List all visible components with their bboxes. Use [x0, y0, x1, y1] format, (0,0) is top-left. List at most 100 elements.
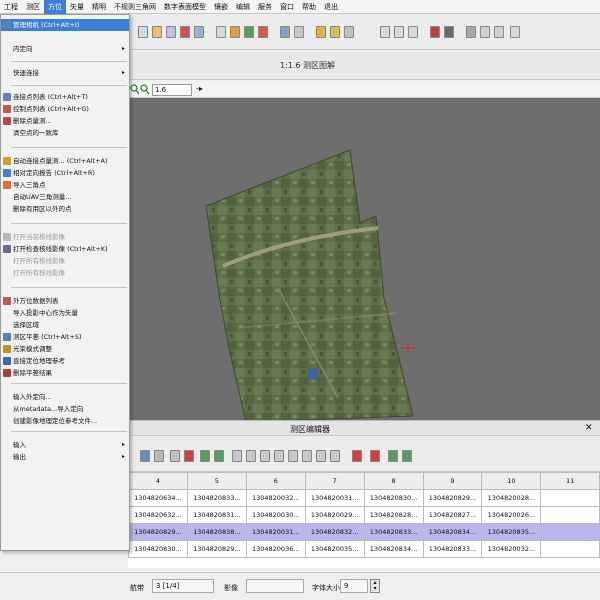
area-tool-icon[interactable]	[258, 26, 268, 38]
edit-tool-icon[interactable]	[152, 26, 162, 38]
font-size-input[interactable]: 9	[340, 579, 368, 593]
zoom-out-icon[interactable]	[140, 84, 149, 96]
table-cell[interactable]: 1304820830...	[363, 489, 424, 507]
menu-7[interactable]: 镶嵌	[210, 0, 232, 14]
menu-10[interactable]: 窗口	[276, 0, 298, 14]
table-cell[interactable]: 1304820829...	[128, 523, 188, 541]
menu-4[interactable]: 精明	[88, 0, 110, 14]
table-cell[interactable]: 1304820032...	[245, 489, 306, 507]
table-delete-icon[interactable]	[184, 450, 194, 462]
menu-item-20[interactable]: 光束模式调整	[1, 343, 129, 355]
table-strip-icon[interactable]	[154, 450, 164, 462]
column-header[interactable]: 4	[128, 472, 188, 490]
undo-icon[interactable]	[380, 26, 390, 38]
table-image2-icon[interactable]	[246, 450, 256, 462]
table-cell[interactable]: 1304820632...	[128, 506, 188, 524]
table-cell[interactable]: 1304820830...	[128, 540, 188, 558]
menu-item-18[interactable]: 选择区域	[1, 319, 129, 331]
menu-item-1[interactable]: 内定向 ▸	[1, 43, 129, 55]
column-header[interactable]: 8	[363, 472, 424, 490]
table-cell[interactable]: 1304820036...	[245, 540, 306, 558]
table-cell[interactable]: 1304820031...	[245, 523, 306, 541]
rotate-tool-icon[interactable]	[216, 26, 226, 38]
table-cell[interactable]: 1304820833...	[363, 523, 424, 541]
table-cell[interactable]: 1304820026...	[481, 506, 542, 524]
table-row[interactable]: 1304820830... 1304820829... 1304820036... 1…	[128, 540, 600, 558]
table-row[interactable]: 1304820829... 1304820838... 1304820031... 1…	[128, 523, 600, 541]
table-cell[interactable]: 1304820829...	[186, 540, 247, 558]
table-image-icon[interactable]	[232, 450, 242, 462]
menu-3[interactable]: 矢量	[66, 0, 88, 14]
table-cell[interactable]: 1304820833...	[186, 489, 247, 507]
table-cell[interactable]: 1304820035...	[304, 540, 365, 558]
column-header[interactable]: 7	[304, 472, 365, 490]
table-cell[interactable]: 1304820833...	[422, 540, 483, 558]
font-size-spinner[interactable]: ▴ ▾	[370, 579, 380, 593]
table-cell[interactable]: 1304820030...	[245, 506, 306, 524]
column-header[interactable]: 10	[481, 472, 542, 490]
menu-item-2[interactable]: 快速连接 ▸	[1, 67, 129, 79]
table-cell[interactable]: 1304820835...	[481, 523, 542, 541]
menu-6[interactable]: 数字表面模型	[160, 0, 210, 14]
menu-item-19[interactable]: 测区平差 (Ctrl+Alt+S)	[1, 331, 129, 343]
table-cell[interactable]: 1304820834...	[422, 523, 483, 541]
map-canvas[interactable]	[128, 98, 600, 420]
table-cell[interactable]	[540, 489, 600, 507]
column-header[interactable]: 11	[540, 472, 600, 490]
menu-item-9[interactable]: 导入三角点	[1, 179, 129, 191]
table-view-icon[interactable]	[510, 26, 520, 38]
point-tool-icon[interactable]	[180, 26, 190, 38]
table-image6-icon[interactable]	[302, 450, 312, 462]
line-tool-icon[interactable]	[244, 26, 254, 38]
layer-tool-icon[interactable]	[166, 26, 176, 38]
table-row[interactable]: 1304820634... 1304820833... 1304820032... 1…	[128, 489, 600, 507]
menu-item-6[interactable]: 清空点的一致库	[1, 127, 129, 139]
table-image3-icon[interactable]	[260, 450, 270, 462]
menu-item-13[interactable]: 打开检查核线影像 (Ctrl+Alt+K)	[1, 243, 129, 255]
table-cell[interactable]: 1304820828...	[363, 506, 424, 524]
dsm-tool-icon[interactable]	[330, 26, 340, 38]
menu-item-16[interactable]: 外方位数据列表	[1, 295, 129, 307]
menu-9[interactable]: 服务	[254, 0, 276, 14]
table-settings-icon[interactable]	[402, 450, 412, 462]
column-header[interactable]: 9	[422, 472, 483, 490]
menu-item-26[interactable]: 输入 ▸	[1, 439, 129, 451]
column-header[interactable]: 5	[186, 472, 247, 490]
table-export-icon[interactable]	[388, 450, 398, 462]
menu-item-17[interactable]: 导入投影中心作为矢量	[1, 307, 129, 319]
table-cell[interactable]	[540, 540, 600, 558]
table-image7-icon[interactable]	[316, 450, 326, 462]
menu-item-5[interactable]: 删除点量测...	[1, 115, 129, 127]
menu-2[interactable]: 方位	[44, 0, 66, 14]
measure-tool-icon[interactable]	[230, 26, 240, 38]
table-cell[interactable]: 1304820832...	[304, 523, 365, 541]
redo-icon[interactable]	[394, 26, 404, 38]
menu-11[interactable]: 帮助	[298, 0, 320, 14]
menu-1[interactable]: 测区	[22, 0, 44, 14]
table-image5-icon[interactable]	[288, 450, 298, 462]
table-down-icon[interactable]	[214, 450, 224, 462]
menu-12[interactable]: 退出	[320, 0, 342, 14]
refresh-icon[interactable]	[408, 26, 418, 38]
copy-icon[interactable]	[480, 26, 490, 38]
properties-icon[interactable]	[494, 26, 504, 38]
menu-item-23[interactable]: 输入外定向...	[1, 391, 129, 403]
table-image4-icon[interactable]	[274, 450, 284, 462]
table-cell[interactable]: 1304820838...	[186, 523, 247, 541]
zoom-in-icon[interactable]	[130, 84, 139, 96]
table-up-icon[interactable]	[200, 450, 210, 462]
menu-item-11[interactable]: 删除有用区以外的点	[1, 203, 129, 215]
table-cell[interactable]: 1304820028...	[481, 489, 542, 507]
strip-list-icon[interactable]	[444, 26, 454, 38]
table-cell[interactable]: 1304820831...	[186, 506, 247, 524]
menu-5[interactable]: 不规则三角网	[110, 0, 160, 14]
menu-item-7[interactable]: 自动连接点量测... (Ctrl+Alt+A)	[1, 155, 129, 167]
image-list-icon[interactable]	[430, 26, 440, 38]
menu-item-3[interactable]: 连接点列表 (Ctrl+Alt+T)	[1, 91, 129, 103]
column-header[interactable]: 6	[245, 472, 306, 490]
table-stop-icon[interactable]	[370, 450, 380, 462]
zoom-arrow[interactable]: -▸	[196, 84, 203, 93]
menu-item-4[interactable]: 控制点列表 (Ctrl+Alt+G)	[1, 103, 129, 115]
zoom-input[interactable]: 1.6	[152, 84, 192, 96]
table-cell[interactable]: 1304820029...	[304, 506, 365, 524]
